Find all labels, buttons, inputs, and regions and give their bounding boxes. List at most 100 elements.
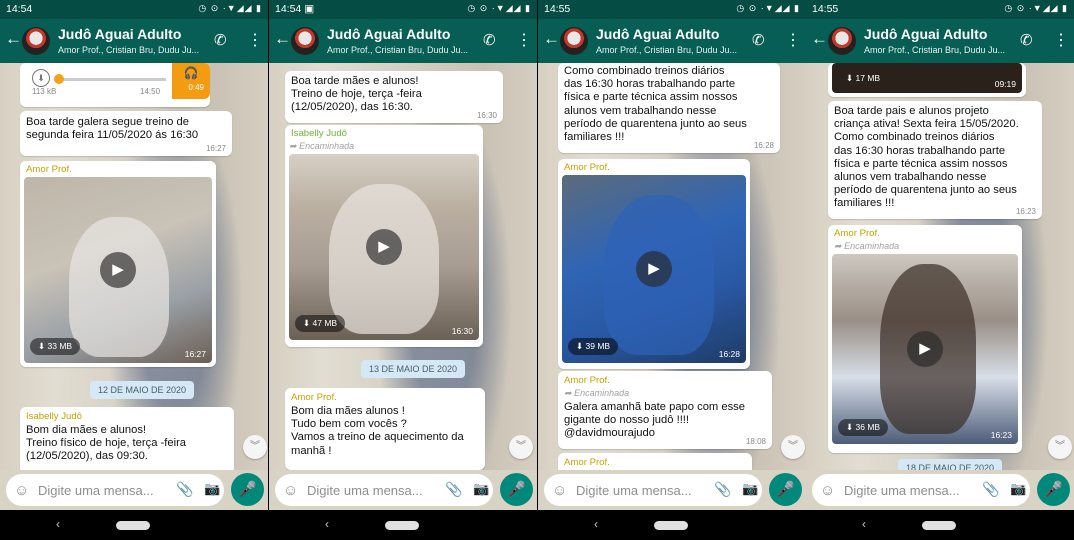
text-message[interactable]: Como combinado treinos diários das 16:30… <box>558 63 780 153</box>
attach-icon[interactable]: 📎 <box>982 481 999 498</box>
add-call-icon[interactable]: ✆ <box>752 31 765 49</box>
message-time: 16:30 <box>476 111 497 120</box>
chat-area[interactable]: Boa tarde mães e alunos! Treino de hoje,… <box>269 63 537 470</box>
emoji-icon[interactable]: ☺ <box>552 482 567 499</box>
nav-home-pill[interactable] <box>116 521 150 530</box>
video-size[interactable]: ⬇ 39 MB <box>568 338 619 355</box>
text-message[interactable]: Boa tarde pais e alunos projeto criança … <box>828 101 1042 219</box>
scroll-down-icon[interactable]: ︾ <box>509 435 533 459</box>
mic-icon[interactable]: 🎤 <box>231 473 264 506</box>
sender-name: Amor Prof. <box>26 164 72 175</box>
mic-icon[interactable]: 🎤 <box>500 473 533 506</box>
nav-back-icon[interactable]: ‹ <box>594 517 598 531</box>
camera-icon[interactable]: 📷 <box>742 481 758 497</box>
more-options-icon[interactable]: ⋮ <box>516 30 532 50</box>
more-options-icon[interactable]: ⋮ <box>785 30 801 50</box>
chat-title[interactable]: Judô Aguai Adulto <box>864 26 987 42</box>
video-thumbnail[interactable]: ▶ ⬇ 47 MB 16:30 <box>289 154 479 340</box>
video-size[interactable]: ⬇ 17 MB <box>838 70 888 87</box>
more-options-icon[interactable]: ⋮ <box>1053 30 1069 50</box>
video-size[interactable]: ⬇ 47 MB <box>295 315 346 332</box>
nav-back-icon[interactable]: ‹ <box>862 517 866 531</box>
play-icon[interactable]: ▶ <box>907 331 943 367</box>
download-icon[interactable]: ⬇ <box>32 69 50 87</box>
chat-title[interactable]: Judô Aguai Adulto <box>327 26 450 42</box>
attach-icon[interactable]: 📎 <box>445 481 462 498</box>
headphones-icon: 🎧 <box>172 63 210 99</box>
play-icon[interactable]: ▶ <box>366 229 402 265</box>
message-input[interactable]: ☺ Digite uma mensa... 📎 📷 <box>812 474 1030 506</box>
chat-title[interactable]: Judô Aguai Adulto <box>58 26 181 42</box>
audio-track[interactable] <box>54 78 166 81</box>
nav-home-pill[interactable] <box>922 521 956 530</box>
more-options-icon[interactable]: ⋮ <box>247 30 263 50</box>
chat-area[interactable]: Como combinado treinos diários das 16:30… <box>538 63 806 470</box>
nav-home-pill[interactable] <box>385 521 419 530</box>
text-message[interactable]: Amor Prof. Bom dia mães alunos ! Tudo be… <box>285 388 485 470</box>
video-message[interactable]: Isabelly Judô ➦ Encaminhada ▶ ⬇ 47 MB 16… <box>285 125 483 347</box>
message-input[interactable]: ☺ Digite uma mensa... 📎 📷 <box>544 474 762 506</box>
forward-icon: ➦ <box>834 241 842 251</box>
video-thumbnail[interactable]: ▶ ⬇ 33 MB 16:27 <box>24 177 212 363</box>
add-call-icon[interactable]: ✆ <box>1020 31 1033 49</box>
mic-icon[interactable]: 🎤 <box>1037 473 1070 506</box>
video-message[interactable]: ⬇ 17 MB 09:19 <box>828 63 1026 97</box>
add-call-icon[interactable]: ✆ <box>214 31 227 49</box>
video-size[interactable]: ⬇ 33 MB <box>30 338 81 355</box>
text-message[interactable]: Amor Prof. <box>558 453 752 470</box>
message-time: 18:08 <box>745 437 766 446</box>
back-arrow-icon[interactable]: ← <box>274 29 291 49</box>
scroll-down-icon[interactable]: ︾ <box>781 435 805 459</box>
group-avatar[interactable] <box>828 27 856 55</box>
mic-icon[interactable]: 🎤 <box>769 473 802 506</box>
group-avatar[interactable] <box>560 27 588 55</box>
video-message[interactable]: Amor Prof. ▶ ⬇ 39 MB 16:28 <box>558 159 750 369</box>
back-arrow-icon[interactable]: ← <box>5 29 22 49</box>
scroll-down-icon[interactable]: ︾ <box>243 435 267 459</box>
video-message[interactable]: Amor Prof. ➦ Encaminhada ▶ ⬇ 36 MB 16:23 <box>828 225 1022 453</box>
status-icons: ◷ ⊙ ·▼◢◢ ▮ <box>736 3 800 13</box>
nav-back-icon[interactable]: ‹ <box>325 517 329 531</box>
text-message[interactable]: Amor Prof. ➦ Encaminhada Galera amanhã b… <box>558 371 772 449</box>
group-avatar[interactable] <box>291 27 319 55</box>
emoji-icon[interactable]: ☺ <box>14 482 29 499</box>
message-text: Boa tarde pais e alunos projeto criança … <box>834 105 1019 210</box>
audio-message[interactable]: ⬇ 🎧 0:49 113 kB 14:50 <box>20 63 210 107</box>
back-arrow-icon[interactable]: ← <box>543 29 560 49</box>
nav-back-icon[interactable]: ‹ <box>56 517 60 531</box>
chat-participants[interactable]: Amor Prof., Cristian Bru, Dudu Ju... <box>864 45 1014 55</box>
emoji-icon[interactable]: ☺ <box>820 482 835 499</box>
add-call-icon[interactable]: ✆ <box>483 31 496 49</box>
camera-icon[interactable]: 📷 <box>473 481 489 497</box>
camera-icon[interactable]: 📷 <box>1010 481 1026 497</box>
emoji-icon[interactable]: ☺ <box>283 482 298 499</box>
chat-participants[interactable]: Amor Prof., Cristian Bru, Dudu Ju... <box>327 45 477 55</box>
back-arrow-icon[interactable]: ← <box>811 29 828 49</box>
chat-area[interactable]: ⬇ 🎧 0:49 113 kB 14:50 Boa tarde galera s… <box>0 63 268 470</box>
camera-icon[interactable]: 📷 <box>204 481 220 497</box>
message-input[interactable]: ☺ Digite uma mensa... 📎 📷 <box>6 474 224 506</box>
attach-icon[interactable]: 📎 <box>714 481 731 498</box>
status-time: 14:54 <box>275 3 302 15</box>
chat-area[interactable]: ⬇ 17 MB 09:19 Boa tarde pais e alunos pr… <box>806 63 1074 470</box>
text-message[interactable]: Boa tarde mães e alunos! Treino de hoje,… <box>285 71 503 123</box>
text-message[interactable]: Boa tarde galera segue treino de segunda… <box>20 111 232 156</box>
text-message[interactable]: Isabelly Judô Bom dia mães e alunos! Tre… <box>20 407 234 470</box>
chat-title[interactable]: Judô Aguai Adulto <box>596 26 719 42</box>
attach-icon[interactable]: 📎 <box>176 481 193 498</box>
chat-participants[interactable]: Amor Prof., Cristian Bru, Dudu Ju... <box>58 45 208 55</box>
play-icon[interactable]: ▶ <box>100 252 136 288</box>
audio-seek-handle[interactable] <box>54 74 64 84</box>
forwarded-text: Encaminhada <box>574 388 630 398</box>
video-message[interactable]: Amor Prof. ▶ ⬇ 33 MB 16:27 <box>20 161 216 367</box>
video-size[interactable]: ⬇ 36 MB <box>838 419 889 436</box>
group-avatar[interactable] <box>22 27 50 55</box>
chat-participants[interactable]: Amor Prof., Cristian Bru, Dudu Ju... <box>596 45 746 55</box>
video-thumbnail[interactable]: ▶ ⬇ 39 MB 16:28 <box>562 175 746 363</box>
play-icon[interactable]: ▶ <box>636 251 672 287</box>
nav-home-pill[interactable] <box>654 521 688 530</box>
message-input[interactable]: ☺ Digite uma mensa... 📎 📷 <box>275 474 493 506</box>
scroll-down-icon[interactable]: ︾ <box>1048 435 1072 459</box>
video-thumbnail[interactable]: ⬇ 17 MB 09:19 <box>832 63 1022 93</box>
video-thumbnail[interactable]: ▶ ⬇ 36 MB 16:23 <box>832 254 1018 444</box>
